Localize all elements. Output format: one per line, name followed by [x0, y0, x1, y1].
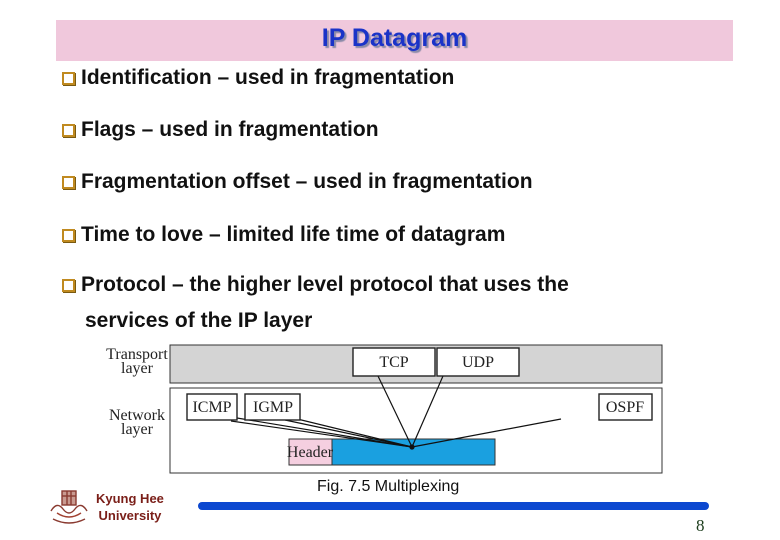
udp-label: UDP — [462, 354, 494, 371]
network-layer-label-2: layer — [121, 421, 154, 438]
square-bullet-icon — [62, 124, 75, 137]
header-label: Header — [287, 444, 334, 461]
bullet-text: Protocol – the higher level protocol tha… — [81, 273, 569, 296]
bullet-text: Time to love – limited life time of data… — [81, 223, 506, 246]
title-bar: IP Datagram — [56, 20, 733, 61]
multiplexing-diagram: Transport layer Network layer Header TCP… — [106, 344, 663, 474]
bullet-continuation: services of the IP layer — [85, 309, 313, 332]
ospf-label: OSPF — [606, 399, 644, 416]
bullet-item: Protocol – the higher level protocol tha… — [62, 267, 569, 339]
page-number: 8 — [696, 516, 705, 535]
mux-point — [409, 444, 415, 450]
icmp-label: ICMP — [192, 399, 231, 416]
igmp-label: IGMP — [253, 399, 293, 416]
footer-divider — [198, 502, 709, 510]
square-bullet-icon — [62, 279, 75, 292]
slide-title: IP Datagram — [321, 24, 468, 52]
transport-layer-label-2: layer — [121, 360, 154, 377]
university-name-line2: University — [98, 508, 162, 523]
bullet-text: Flags – used in fragmentation — [81, 118, 379, 141]
square-bullet-icon — [62, 176, 75, 189]
bullet-item: Flags – used in fragmentation — [62, 112, 379, 148]
bullet-item: Identification – used in fragmentation — [62, 60, 454, 96]
university-logo-icon — [50, 490, 88, 524]
square-bullet-icon — [62, 229, 75, 242]
bullet-item: Time to love – limited life time of data… — [62, 217, 505, 253]
university-name: Kyung Hee University — [96, 490, 164, 524]
university-name-line1: Kyung Hee — [96, 491, 164, 506]
bullet-text: Fragmentation offset – used in fragmenta… — [81, 170, 533, 193]
tcp-label: TCP — [379, 354, 408, 371]
bullet-item: Fragmentation offset – used in fragmenta… — [62, 164, 533, 200]
square-bullet-icon — [62, 72, 75, 85]
figure-caption: Fig. 7.5 Multiplexing — [317, 478, 460, 495]
bullet-text: Identification – used in fragmentation — [81, 66, 455, 89]
